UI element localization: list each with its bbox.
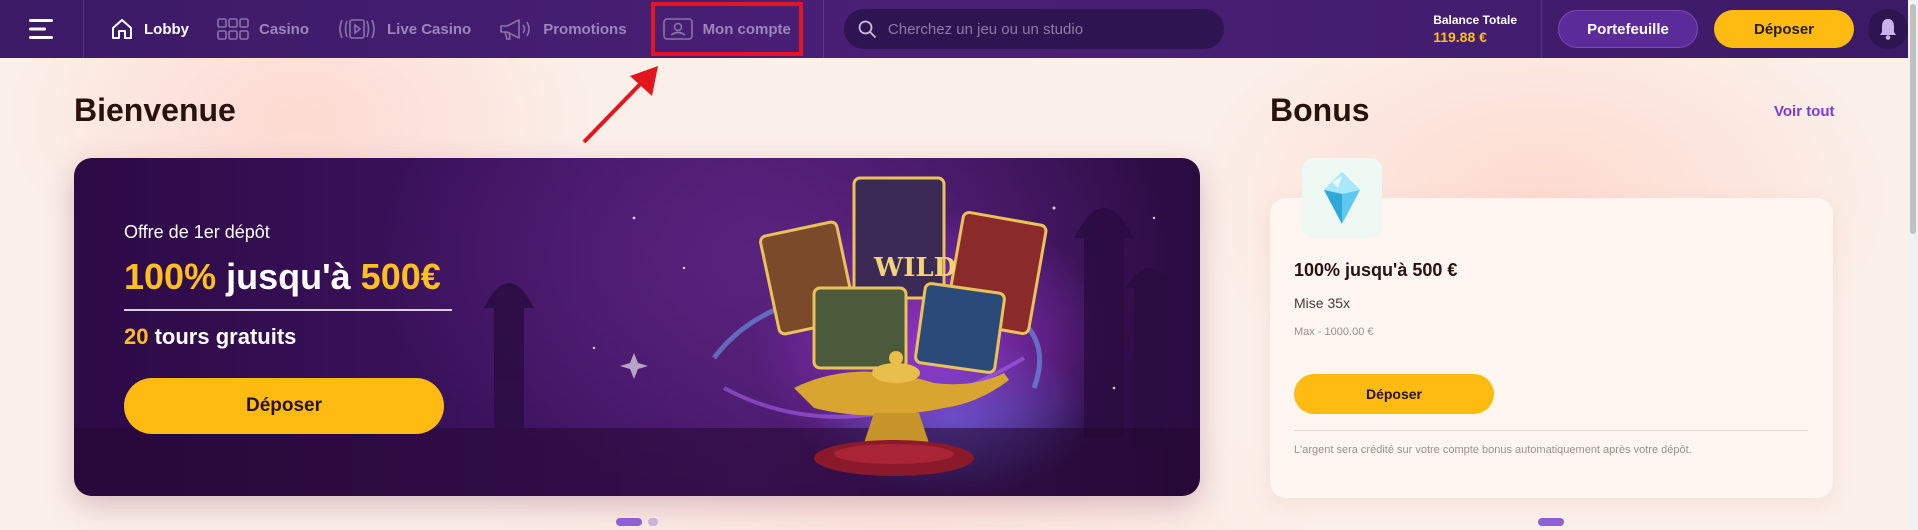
- nav-live-casino[interactable]: Live Casino: [337, 0, 499, 58]
- account-card-icon: [662, 18, 693, 40]
- diamond-icon: [1324, 172, 1360, 224]
- bonus-deposit-button[interactable]: Déposer: [1294, 374, 1494, 414]
- offer-middle-text: jusqu'à: [216, 256, 361, 297]
- banner-dot-2[interactable]: [648, 518, 658, 526]
- nav-mon-compte[interactable]: Mon compte: [650, 2, 803, 56]
- see-all-link[interactable]: Voir tout: [1774, 103, 1835, 120]
- home-icon: [112, 19, 132, 39]
- header-divider: [822, 0, 824, 58]
- notifications-button[interactable]: [1868, 9, 1908, 49]
- nav-lobby[interactable]: Lobby: [110, 0, 217, 58]
- offer-percent: 100%: [124, 256, 217, 297]
- free-spins-label: tours gratuits: [148, 324, 297, 349]
- top-navigation-bar: Lobby Casino Live Casino Promotions Mon …: [0, 0, 1908, 58]
- search-input[interactable]: [887, 20, 1208, 38]
- bonus-name: 100% jusqu'à 500 €: [1294, 260, 1458, 280]
- page-scrollbar[interactable]: [1908, 0, 1918, 530]
- hamburger-menu-button[interactable]: [0, 0, 84, 58]
- main-nav: Lobby Casino Live Casino Promotions Mon …: [84, 0, 819, 58]
- search-icon: [858, 20, 876, 38]
- offer-subtitle: Offre de 1er dépôt: [124, 222, 270, 242]
- balance-label: Balance Totale: [1433, 13, 1517, 27]
- nav-promotions-label: Promotions: [543, 20, 627, 38]
- header-divider-right: [1541, 0, 1542, 58]
- nav-mon-compte-label: Mon compte: [702, 20, 791, 38]
- bell-icon: [1880, 19, 1896, 40]
- nav-casino-label: Casino: [259, 20, 310, 38]
- nav-live-casino-label: Live Casino: [387, 20, 472, 38]
- bonus-note: L'argent sera crédité sur votre compte b…: [1294, 444, 1692, 456]
- banner-deposit-button[interactable]: Déposer: [124, 378, 444, 434]
- balance-value: 119.88 €: [1433, 29, 1487, 45]
- wallet-button[interactable]: Portefeuille: [1558, 10, 1698, 48]
- bonus-wager: Mise 35x: [1294, 295, 1351, 311]
- offer-divider: [124, 309, 452, 311]
- nav-casino[interactable]: Casino: [217, 0, 337, 58]
- welcome-offer-banner[interactable]: WILD Offre de 1er dépôt 100% jusqu'à 500…: [74, 158, 1200, 496]
- offer-headline: 100% jusqu'à 500€: [124, 256, 441, 298]
- play-icon: [339, 19, 375, 39]
- offer-amount: 500€: [360, 256, 441, 297]
- balance-display: Balance Totale 119.88 €: [1433, 13, 1517, 45]
- bonus-max: Max - 1000.00 €: [1294, 326, 1374, 338]
- free-spins-text: 20 tours gratuits: [124, 324, 296, 350]
- svg-text:WILD: WILD: [873, 253, 956, 283]
- megaphone-icon: [500, 19, 531, 40]
- search-bar[interactable]: [843, 9, 1224, 49]
- bonus-divider: [1294, 430, 1808, 431]
- welcome-title: Bienvenue: [74, 92, 236, 128]
- nav-lobby-label: Lobby: [144, 20, 189, 38]
- banner-pagination: [616, 518, 658, 526]
- scrollbar-thumb[interactable]: [1910, 4, 1916, 234]
- annotation-arrow: [582, 66, 658, 144]
- free-spins-count: 20: [124, 324, 149, 349]
- bonus-title: Bonus: [1270, 92, 1370, 128]
- bonus-pagination-dot[interactable]: [1538, 518, 1564, 526]
- banner-dot-1[interactable]: [616, 518, 642, 526]
- bonus-gem-badge: [1302, 158, 1382, 238]
- deposit-button-header[interactable]: Déposer: [1714, 10, 1854, 48]
- nav-promotions[interactable]: Promotions: [499, 0, 654, 58]
- menu-icon: [28, 19, 53, 39]
- grid-icon: [217, 18, 249, 40]
